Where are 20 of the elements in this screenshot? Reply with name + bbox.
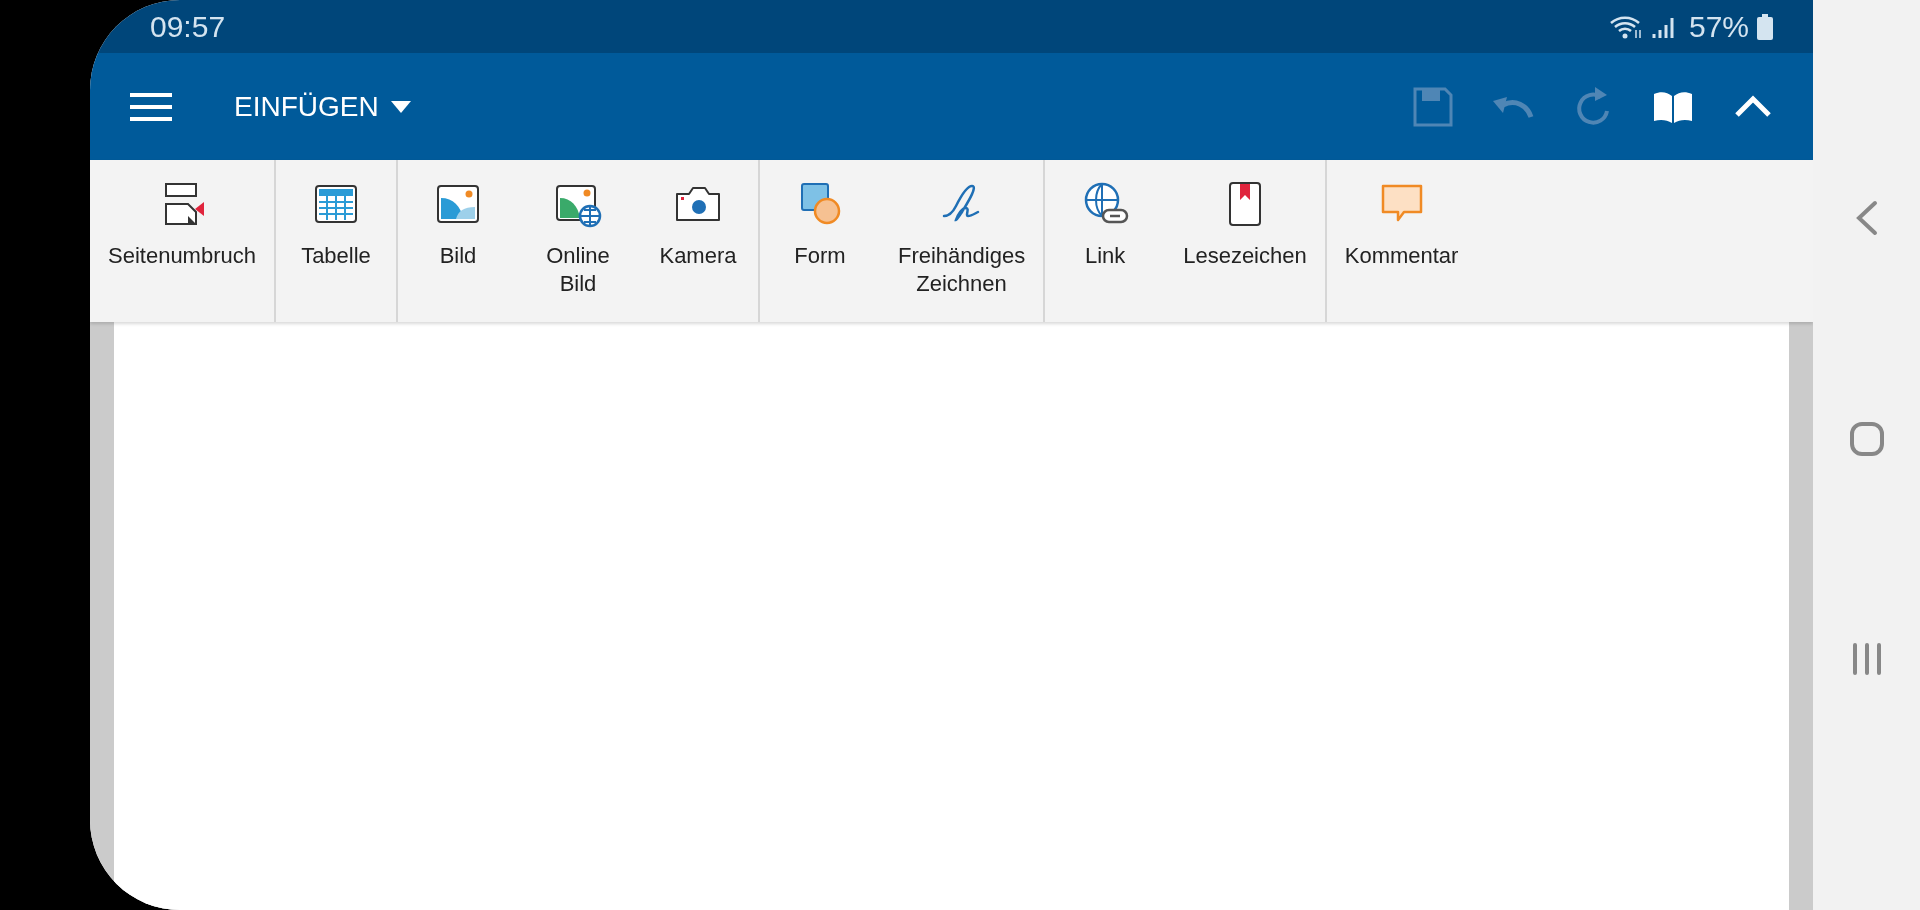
ribbon-tab-dropdown[interactable]: EINFÜGEN <box>234 85 411 128</box>
battery-icon <box>1757 13 1773 40</box>
wifi-icon <box>1608 13 1643 40</box>
battery-percent: 57% <box>1688 9 1749 45</box>
ribbon-button[interactable]: Form <box>760 172 880 310</box>
back-icon[interactable] <box>1854 200 1879 236</box>
ribbon-button[interactable]: Seitenumbruch <box>90 172 274 310</box>
ribbon-button[interactable]: Kommentar <box>1326 172 1477 310</box>
ribbon-button[interactable]: Kamera <box>638 172 758 310</box>
recent-apps-icon[interactable] <box>1850 642 1883 676</box>
ribbon-button[interactable]: Online Bild <box>518 172 638 310</box>
ribbon-button[interactable]: Tabelle <box>276 172 396 310</box>
home-icon[interactable] <box>1848 421 1885 457</box>
clock: 09:57 <box>150 9 226 45</box>
ribbon-button[interactable]: Bild <box>398 172 518 310</box>
ribbon-button[interactable]: Freihändiges Zeichnen <box>880 172 1044 310</box>
ribbon-button[interactable]: Link <box>1045 172 1166 310</box>
menu-icon[interactable] <box>130 91 172 122</box>
caret-down-icon <box>390 100 411 113</box>
ribbon-button[interactable]: Lesezeichen <box>1165 172 1325 310</box>
